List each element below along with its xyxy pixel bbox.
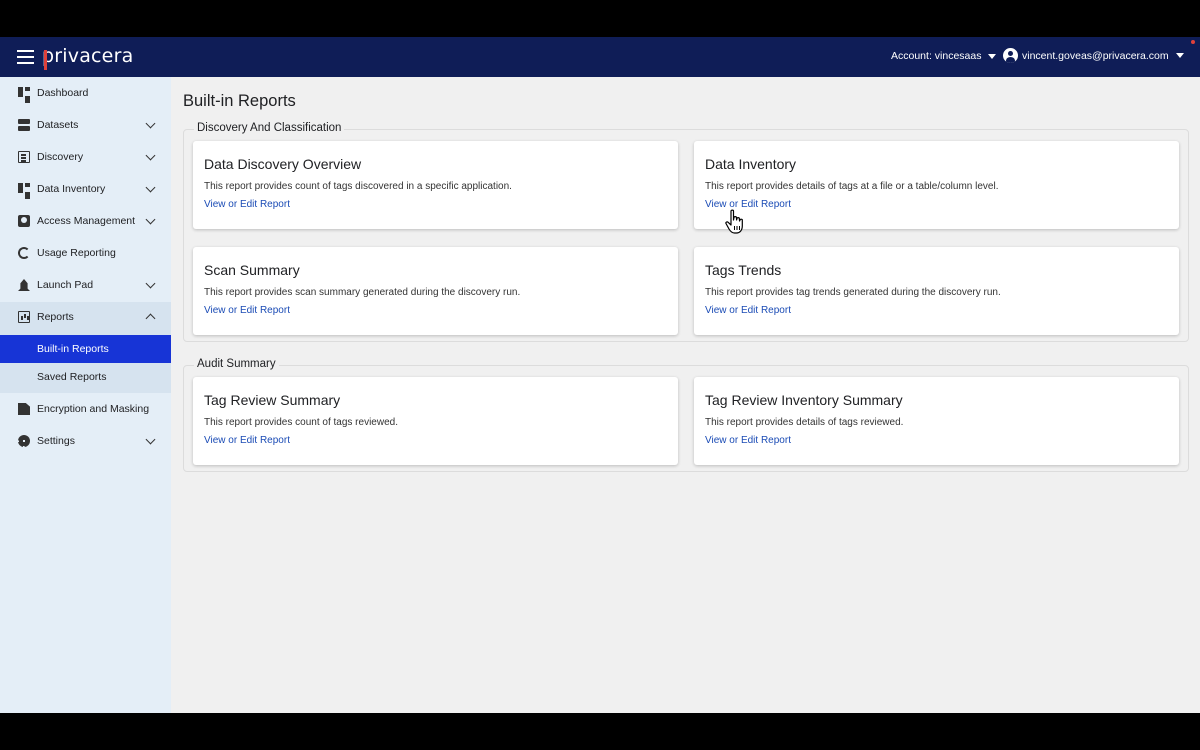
view-or-edit-report-link[interactable]: View or Edit Report bbox=[705, 435, 791, 446]
top-header: privacera Account: vincesaas vincent.gov… bbox=[0, 37, 1200, 77]
sidebar-item-label: Settings bbox=[37, 435, 75, 447]
user-menu[interactable]: vincent.goveas@privacera.com bbox=[1003, 48, 1184, 63]
encryption-icon bbox=[18, 403, 30, 415]
logo-accent-bar bbox=[44, 50, 47, 70]
report-card-data-inventory: Data Inventory This report provides deta… bbox=[694, 141, 1179, 229]
sidebar-subitem-label: Built-in Reports bbox=[37, 343, 109, 355]
hand-pointer-cursor-icon bbox=[725, 209, 743, 234]
sidebar-item-datasets[interactable]: Datasets bbox=[0, 110, 171, 140]
sidebar-item-dashboard[interactable]: Dashboard bbox=[0, 78, 171, 108]
report-card-tags-trends: Tags Trends This report provides tag tre… bbox=[694, 247, 1179, 335]
account-label: Account: vincesaas bbox=[891, 50, 982, 62]
sidebar-item-discovery[interactable]: Discovery bbox=[0, 142, 171, 172]
page-title: Built-in Reports bbox=[183, 92, 296, 110]
dashboard-icon bbox=[18, 87, 30, 103]
launch-pad-icon bbox=[18, 279, 30, 291]
view-or-edit-report-link[interactable]: View or Edit Report bbox=[204, 199, 290, 210]
logo-text: privacera bbox=[42, 45, 134, 67]
account-selector[interactable]: Account: vincesaas bbox=[891, 50, 997, 62]
report-card-scan-summary: Scan Summary This report provides scan s… bbox=[193, 247, 678, 335]
data-inventory-icon bbox=[18, 183, 30, 199]
account-circle-icon bbox=[1003, 48, 1018, 63]
privacera-logo[interactable]: privacera bbox=[42, 45, 134, 70]
report-card-description: This report provides details of tags at … bbox=[705, 181, 999, 192]
view-or-edit-report-link[interactable]: View or Edit Report bbox=[204, 435, 290, 446]
report-card-title: Tags Trends bbox=[705, 262, 782, 278]
report-card-description: This report provides details of tags rev… bbox=[705, 417, 904, 428]
sidebar-item-settings[interactable]: Settings bbox=[0, 426, 171, 456]
report-group-audit-summary: Audit Summary Tag Review Summary This re… bbox=[183, 358, 1189, 472]
group-label: Audit Summary bbox=[194, 358, 279, 370]
report-card-description: This report provides count of tags revie… bbox=[204, 417, 398, 428]
sidebar-item-label: Launch Pad bbox=[37, 279, 94, 291]
chevron-down-icon bbox=[145, 434, 156, 445]
chevron-down-icon bbox=[145, 118, 156, 129]
report-card-tag-review-summary: Tag Review Summary This report provides … bbox=[193, 377, 678, 465]
chevron-down-icon bbox=[145, 150, 156, 161]
top-letterbox bbox=[0, 0, 1200, 37]
report-card-description: This report provides tag trends generate… bbox=[705, 287, 1001, 298]
sidebar-item-label: Discovery bbox=[37, 151, 84, 163]
datasets-icon bbox=[18, 119, 30, 131]
caret-down-icon bbox=[988, 53, 997, 59]
view-or-edit-report-link[interactable]: View or Edit Report bbox=[204, 305, 290, 316]
sidebar-item-label: Access Management bbox=[37, 215, 136, 227]
caret-down-icon bbox=[1175, 53, 1184, 58]
sidebar-item-usage-reporting[interactable]: Usage Reporting bbox=[0, 238, 171, 268]
chevron-down-icon bbox=[145, 214, 156, 225]
sidebar-item-label: Dashboard bbox=[37, 87, 89, 99]
report-group-discovery-and-classification: Discovery And Classification Data Discov… bbox=[183, 122, 1189, 342]
sidebar-item-launch-pad[interactable]: Launch Pad bbox=[0, 270, 171, 300]
notification-dot bbox=[1191, 40, 1195, 44]
sidebar-item-label: Datasets bbox=[37, 119, 79, 131]
user-email: vincent.goveas@privacera.com bbox=[1022, 49, 1169, 62]
sidebar-item-label: Usage Reporting bbox=[37, 247, 116, 259]
sidebar-item-encryption-and-masking[interactable]: Encryption and Masking bbox=[0, 394, 171, 424]
report-card-title: Data Discovery Overview bbox=[204, 156, 362, 172]
sidebar-item-label: Encryption and Masking bbox=[37, 403, 150, 415]
group-label: Discovery And Classification bbox=[194, 122, 345, 134]
sidebar-item-reports[interactable]: Reports bbox=[0, 302, 171, 335]
sidebar-item-data-inventory[interactable]: Data Inventory bbox=[0, 174, 171, 204]
report-card-data-discovery-overview: Data Discovery Overview This report prov… bbox=[193, 141, 678, 229]
report-card-title: Tag Review Inventory Summary bbox=[705, 392, 903, 408]
settings-icon bbox=[18, 435, 30, 447]
report-card-title: Scan Summary bbox=[204, 262, 300, 278]
report-card-title: Tag Review Summary bbox=[204, 392, 341, 408]
chevron-up-icon bbox=[145, 313, 156, 324]
sidebar-subitem-saved-reports[interactable]: Saved Reports bbox=[0, 363, 171, 393]
sidebar-subitem-built-in-reports[interactable]: Built-in Reports bbox=[0, 335, 171, 363]
app-window: privacera Account: vincesaas vincent.gov… bbox=[0, 37, 1200, 713]
hamburger-menu-icon[interactable] bbox=[17, 50, 34, 64]
report-card-description: This report provides count of tags disco… bbox=[204, 181, 512, 192]
sidebar-item-label: Data Inventory bbox=[37, 183, 106, 195]
access-management-icon bbox=[18, 215, 30, 227]
chevron-down-icon bbox=[145, 278, 156, 289]
usage-reporting-icon bbox=[18, 247, 30, 259]
view-or-edit-report-link[interactable]: View or Edit Report bbox=[705, 199, 791, 210]
reports-icon bbox=[18, 311, 30, 323]
sidebar-item-access-management[interactable]: Access Management bbox=[0, 206, 171, 236]
sidebar-item-label: Reports bbox=[37, 311, 74, 323]
bottom-letterbox bbox=[0, 713, 1200, 750]
view-or-edit-report-link[interactable]: View or Edit Report bbox=[705, 305, 791, 316]
sidebar-subitem-label: Saved Reports bbox=[37, 371, 107, 383]
sidebar: Dashboard Datasets Discovery Data Invent… bbox=[0, 77, 171, 713]
report-card-description: This report provides scan summary genera… bbox=[204, 287, 521, 298]
chevron-down-icon bbox=[145, 182, 156, 193]
report-card-title: Data Inventory bbox=[705, 156, 797, 172]
discovery-icon bbox=[18, 151, 30, 163]
report-card-tag-review-inventory-summary: Tag Review Inventory Summary This report… bbox=[694, 377, 1179, 465]
